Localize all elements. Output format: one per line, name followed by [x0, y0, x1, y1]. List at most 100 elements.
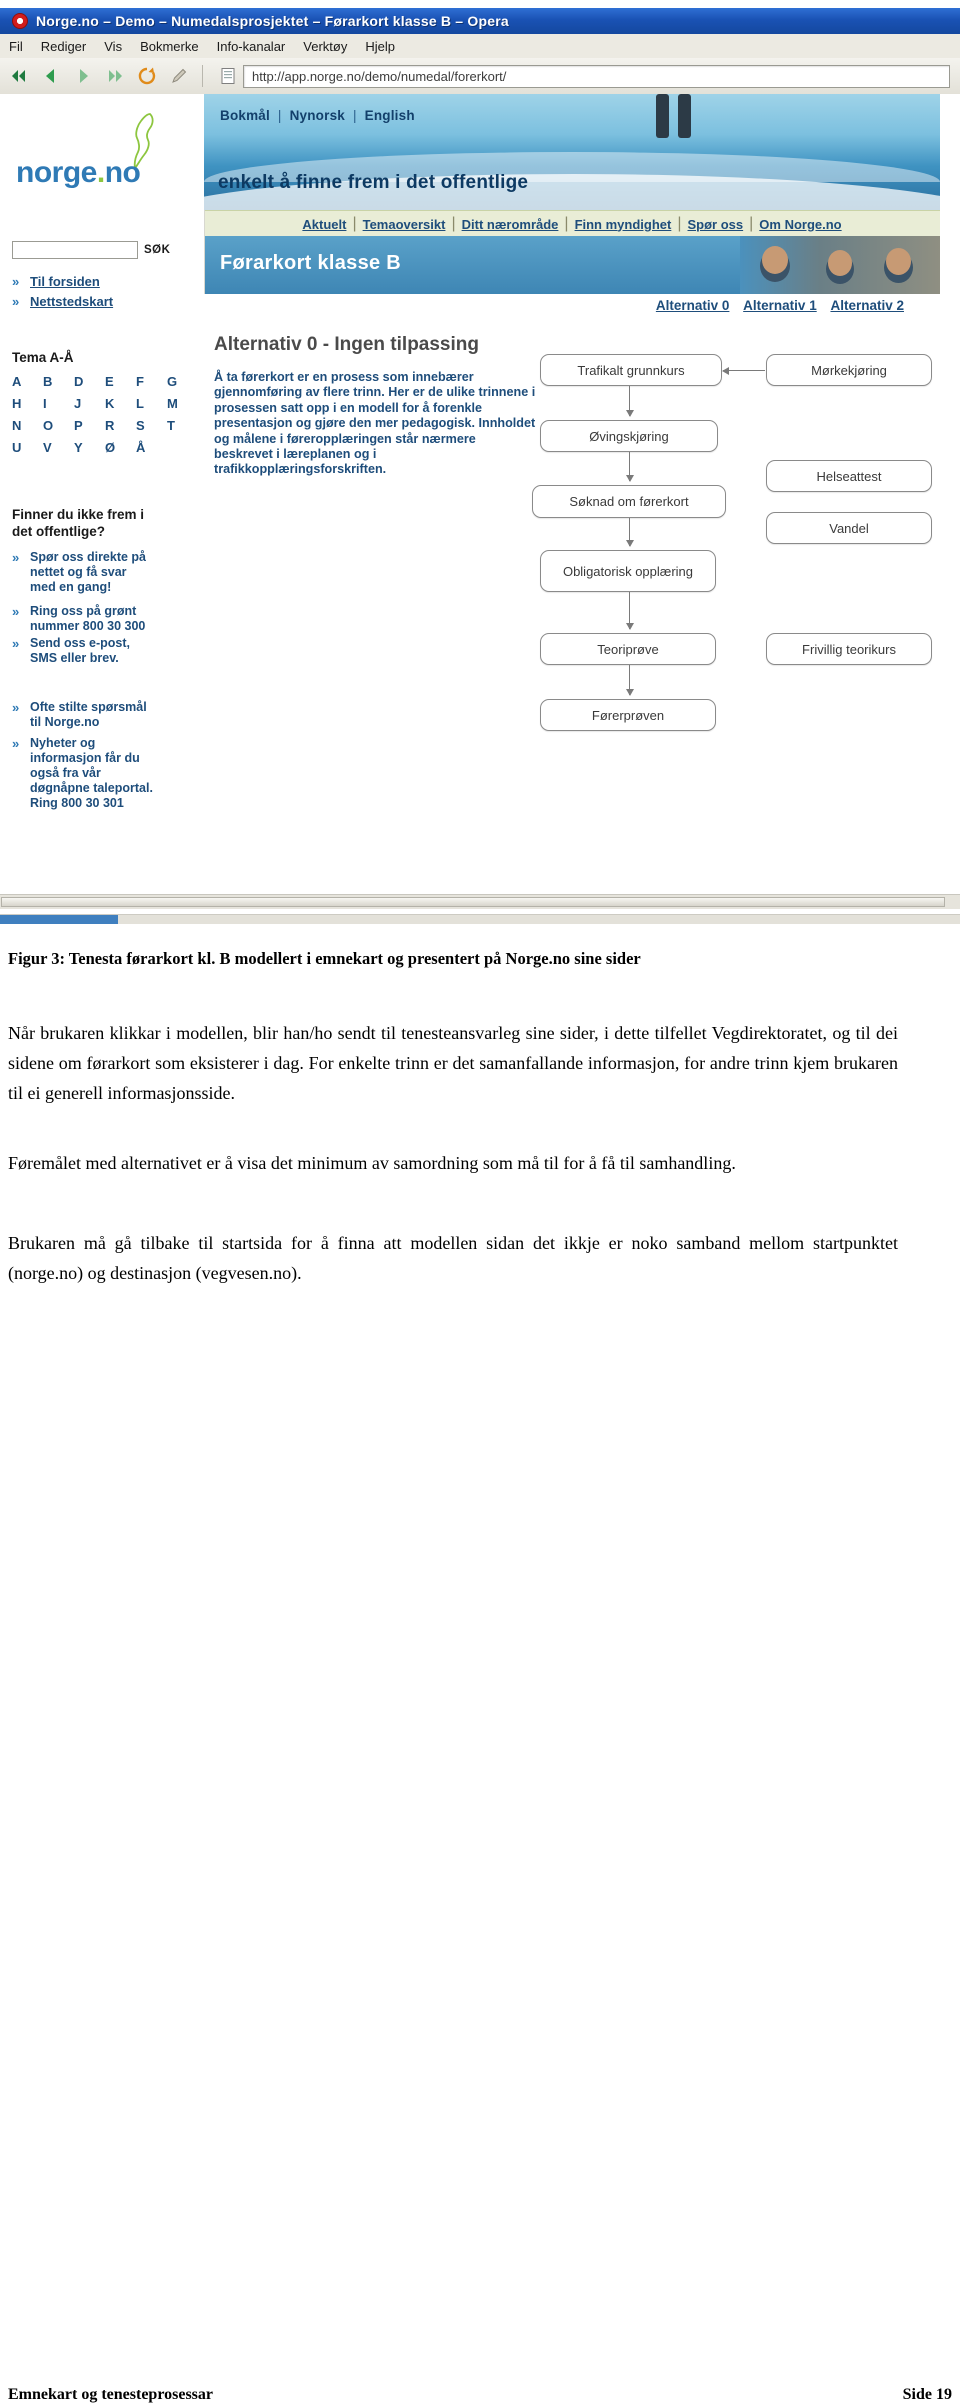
- nav-item-om-norge-no[interactable]: Om Norge.no: [759, 217, 841, 232]
- chevron-right-icon-6: »: [12, 700, 20, 715]
- menu-item-bokmerke[interactable]: Bokmerke: [131, 37, 208, 56]
- sidebar-extra-item-1[interactable]: Ofte stilte spørsmål til Norge.no: [30, 700, 147, 730]
- arrow-ovingskjoring-to-soknad: [625, 452, 634, 482]
- node-teoriprove[interactable]: Teoriprøve: [540, 633, 716, 665]
- rewind-icon[interactable]: [6, 63, 32, 89]
- forward-icon[interactable]: [70, 63, 96, 89]
- alternative-description: Å ta førerkort er en prosess som innebær…: [214, 370, 536, 477]
- alpha-t[interactable]: T: [167, 418, 198, 433]
- language-nynorsk[interactable]: Nynorsk: [290, 108, 345, 123]
- window-titlebar: Norge.no – Demo – Numedalsprosjektet – F…: [0, 8, 960, 34]
- horizontal-scrollbar[interactable]: [0, 894, 960, 909]
- reload-icon[interactable]: [134, 63, 160, 89]
- menu-item-verktoy[interactable]: Verktøy: [294, 37, 356, 56]
- tab-alternativ-2[interactable]: Alternativ 2: [830, 298, 904, 313]
- alpha-u[interactable]: U: [12, 440, 43, 455]
- site-logo-text: norge.no: [16, 156, 141, 190]
- page-viewport: norge.no Bokmål | Nynorsk | English enke…: [0, 94, 960, 894]
- fast-forward-icon[interactable]: [102, 63, 128, 89]
- alpha-o[interactable]: O: [43, 418, 74, 433]
- scrollbar-thumb[interactable]: [1, 897, 945, 907]
- footer-right: Side 19: [902, 2386, 952, 2403]
- alpha-s[interactable]: S: [136, 418, 167, 433]
- alpha-m[interactable]: M: [167, 396, 198, 411]
- alpha-g[interactable]: G: [167, 374, 198, 389]
- sidebar-help-item-3[interactable]: Send oss e-post, SMS eller brev.: [30, 636, 130, 666]
- language-english[interactable]: English: [365, 108, 415, 123]
- edit-icon[interactable]: [166, 63, 192, 89]
- sidebar-extra-item-2[interactable]: Nyheter og informasjon får du også fra v…: [30, 736, 153, 811]
- alpha-i[interactable]: I: [43, 396, 74, 411]
- alpha-l[interactable]: L: [136, 396, 167, 411]
- sidebar-help-item-2[interactable]: Ring oss på grønt nummer 800 30 300: [30, 604, 145, 634]
- browser-toolbar: http://app.norge.no/demo/numedal/forerko…: [0, 58, 960, 95]
- alpha-y[interactable]: Y: [74, 440, 105, 455]
- search-input[interactable]: [12, 241, 138, 259]
- page-footer: Emnekart og tenesteprosessar Side 19: [8, 2386, 952, 2404]
- menu-item-info-kanalar[interactable]: Info-kanalar: [208, 37, 295, 56]
- page-title: Førarkort klasse B: [220, 252, 402, 274]
- paragraph-3: Brukaren må gå tilbake til startsida for…: [8, 1233, 898, 1283]
- alpha-h[interactable]: H: [12, 396, 43, 411]
- alpha-aa[interactable]: Å: [136, 440, 167, 455]
- alpha-n[interactable]: N: [12, 418, 43, 433]
- node-forerproven[interactable]: Førerprøven: [540, 699, 716, 731]
- alpha-j[interactable]: J: [74, 396, 105, 411]
- node-morkekjoring[interactable]: Mørkekjøring: [766, 354, 932, 386]
- alpha-p[interactable]: P: [74, 418, 105, 433]
- node-obligatorisk-opplaering[interactable]: Obligatorisk opplæring: [540, 550, 716, 592]
- person-head-1: [762, 246, 788, 274]
- nav-item-finn-myndighet[interactable]: Finn myndighet: [575, 217, 672, 232]
- node-soknad-om-forerkort[interactable]: Søknad om førerkort: [532, 485, 726, 518]
- nav-item-spor-oss[interactable]: Spør oss: [688, 217, 744, 232]
- header-person-legs: [654, 94, 698, 140]
- alpha-k[interactable]: K: [105, 396, 136, 411]
- alpha-f[interactable]: F: [136, 374, 167, 389]
- nav-item-ditt-naeromrade[interactable]: Ditt nærområde: [462, 217, 559, 232]
- nav-item-temaoversikt[interactable]: Temaoversikt: [363, 217, 446, 232]
- node-helseattest[interactable]: Helseattest: [766, 460, 932, 492]
- menu-item-vis[interactable]: Vis: [95, 37, 131, 56]
- alpha-b[interactable]: B: [43, 374, 74, 389]
- search-row: SØK: [12, 240, 192, 260]
- chevron-right-icon-5: »: [12, 636, 20, 651]
- menu-item-hjelp[interactable]: Hjelp: [356, 37, 404, 56]
- title-band-photo: [740, 236, 940, 294]
- alpha-d[interactable]: D: [74, 374, 105, 389]
- site-logo-area[interactable]: norge.no: [0, 94, 204, 210]
- tab-alternativ-0[interactable]: Alternativ 0: [656, 298, 730, 313]
- back-icon[interactable]: [38, 63, 64, 89]
- chevron-right-icon-2: »: [12, 294, 20, 309]
- alphabet-index: A B D E F G H I J K L M N O P R S T U V: [12, 374, 198, 455]
- menu-item-rediger[interactable]: Rediger: [32, 37, 96, 56]
- arrow-obligatorisk-to-teoriprove: [625, 592, 634, 630]
- alpha-e[interactable]: E: [105, 374, 136, 389]
- arrow-morkekjoring-to-trafikalt: [722, 366, 765, 375]
- sidebar-item-til-forsiden[interactable]: Til forsiden: [30, 274, 100, 289]
- logo-suffix: no: [104, 156, 141, 189]
- figure-caption: Figur 3: Tenesta førarkort kl. B modelle…: [8, 949, 641, 968]
- node-frivillig-teorikurs[interactable]: Frivillig teorikurs: [766, 633, 932, 665]
- arrow-teoriprove-to-forerproven: [625, 665, 634, 696]
- node-trafikalt-grunnkurs[interactable]: Trafikalt grunnkurs: [540, 354, 722, 386]
- window-title: Norge.no – Demo – Numedalsprosjektet – F…: [36, 13, 509, 29]
- language-bokmal[interactable]: Bokmål: [220, 108, 270, 123]
- alpha-a[interactable]: A: [12, 374, 43, 389]
- search-button[interactable]: SØK: [144, 244, 170, 256]
- alpha-v[interactable]: V: [43, 440, 74, 455]
- node-ovingskjoring[interactable]: Øvingskjøring: [540, 420, 718, 452]
- paragraph-1: Når brukaren klikkar i modellen, blir ha…: [8, 1023, 898, 1103]
- menu-bar: Fil Rediger Vis Bokmerke Info-kanalar Ve…: [0, 34, 960, 59]
- address-bar[interactable]: http://app.norge.no/demo/numedal/forerko…: [243, 64, 950, 88]
- alpha-r[interactable]: R: [105, 418, 136, 433]
- logo-dot: .: [96, 156, 105, 189]
- sidebar-help-item-1[interactable]: Spør oss direkte på nettet og få svar me…: [30, 550, 146, 595]
- menu-item-fil[interactable]: Fil: [0, 37, 32, 56]
- node-vandel[interactable]: Vandel: [766, 512, 932, 544]
- sidebar-item-nettstedskart[interactable]: Nettstedskart: [30, 294, 113, 309]
- alpha-oe[interactable]: Ø: [105, 440, 136, 455]
- page-title-band: Førarkort klasse B: [204, 236, 940, 294]
- alternative-tabs: Alternativ 0 Alternativ 1 Alternativ 2: [646, 298, 904, 313]
- nav-item-aktuelt[interactable]: Aktuelt: [302, 217, 346, 232]
- tab-alternativ-1[interactable]: Alternativ 1: [743, 298, 817, 313]
